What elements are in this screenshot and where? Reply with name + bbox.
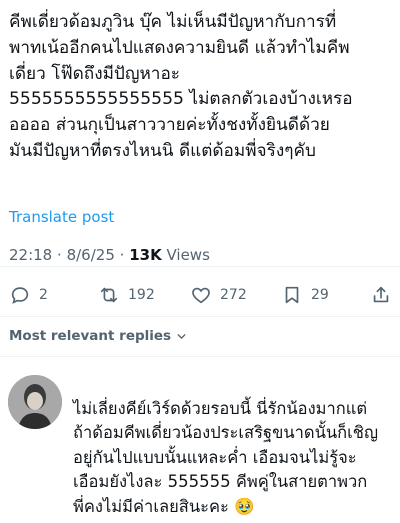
avatar[interactable] [8, 375, 62, 429]
meta-separator: · [57, 246, 62, 264]
post-time[interactable]: 22:18 [9, 246, 52, 264]
post-text-line: 5555555555555555 ไม่ตลกตัวเองบ้างเหรอ [9, 89, 353, 110]
post-text-line: ออออ ส่วนกุเป็นสาววายค่ะทั้งชงทั้งยินดีด… [9, 115, 330, 136]
views-label: Views [166, 246, 210, 264]
reply-text-line: เอือมยังไงละ 555555 คีพคู่ในสายตาพวก [73, 472, 368, 492]
divider [0, 356, 400, 357]
reply-text: ไม่เลี่ยงคีย์เวิร์ดด้วยรอบนี้ นี่รักน้อง… [73, 397, 395, 519]
divider [0, 316, 400, 317]
post-text: คีพเดี่ยวด้อมภูวิน บุ๊ค ไม่เห็นมีปัญหากั… [9, 10, 395, 165]
reply-text-line: อยู่กันไปแบบนั้นแหละค่ำ เอือมจนไม่รู้จะ [73, 447, 357, 467]
action-bar: 2 192 272 29 [0, 280, 400, 310]
chevron-down-icon [177, 333, 186, 339]
repost-count: 192 [128, 287, 155, 303]
post-date[interactable]: 8/6/25 [67, 246, 115, 264]
reply-text-line: ถ้าด้อมคีพเดี่ยวน้องประเสริฐขนาดนั้นก็เช… [73, 423, 379, 443]
repost-button[interactable]: 192 [98, 280, 155, 310]
translate-post-link[interactable]: Translate post [9, 208, 114, 226]
bookmark-button[interactable]: 29 [281, 280, 329, 310]
reply-count: 2 [39, 287, 48, 303]
repost-icon [100, 287, 118, 303]
avatar-photo [8, 375, 62, 429]
reply-button[interactable]: 2 [9, 280, 48, 310]
reply-icon [11, 287, 29, 304]
like-count: 272 [220, 287, 247, 303]
share-button[interactable] [370, 280, 392, 310]
divider [0, 266, 400, 267]
views-count: 13K [129, 246, 162, 264]
post-text-line: พาทเน้ออีกคนไปแสดงความยินดี แล้วทำไมคีพ [9, 37, 350, 58]
bookmark-count: 29 [311, 287, 329, 303]
share-icon [373, 286, 389, 303]
post-text-line: เดี่ยว โฟ๊ดถึงมีปัญหาอะ [9, 63, 181, 84]
replies-sort-dropdown[interactable]: Most relevant replies [9, 328, 188, 344]
meta-separator: · [119, 246, 125, 264]
post-text-line: คีพเดี่ยวด้อมภูวิน บุ๊ค ไม่เห็นมีปัญหากั… [9, 12, 337, 32]
reply-text-line: พี่คงไม่มีค่าเลยสินะคะ 🥹 [73, 496, 255, 516]
post-meta: 22:18 · 8/6/25 · 13K Views [9, 246, 210, 264]
reply-text-line: ไม่เลี่ยงคีย์เวิร์ดด้วยรอบนี้ นี่รักน้อง… [73, 399, 368, 418]
heart-icon [192, 287, 210, 304]
bookmark-icon [285, 286, 299, 304]
like-button[interactable]: 272 [190, 280, 247, 310]
post-text-line: มันมีปัญหาที่ตรงไหนนิ ดีแต่ด้อมพี่จริงๆค… [9, 140, 316, 161]
replies-sort-label: Most relevant replies [9, 328, 172, 344]
